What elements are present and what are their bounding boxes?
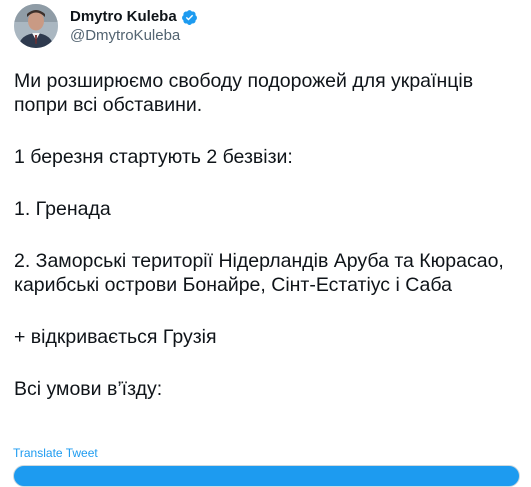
tweet: Dmytro Kuleba @DmytroKuleba Ми розширюєм… xyxy=(0,0,531,487)
tweet-header: Dmytro Kuleba @DmytroKuleba xyxy=(14,4,198,50)
avatar-photo xyxy=(14,4,58,48)
avatar[interactable] xyxy=(14,4,58,48)
name-row: Dmytro Kuleba xyxy=(70,8,198,26)
translate-tweet-link[interactable]: Translate Tweet xyxy=(13,446,98,460)
author-handle[interactable]: @DmytroKuleba xyxy=(70,27,198,45)
user-info: Dmytro Kuleba @DmytroKuleba xyxy=(70,8,198,45)
tweet-paragraph: 2. Заморські території Нідерландів Аруба… xyxy=(14,250,504,296)
tweet-text: Ми розширюємо свободу подорожей для укра… xyxy=(14,69,519,401)
verified-badge-icon xyxy=(181,9,198,26)
tweet-paragraph: 1. Гренада xyxy=(14,198,111,220)
link-preview-card[interactable] xyxy=(13,465,520,487)
tweet-paragraph: + відкривається Грузія xyxy=(14,326,217,348)
author-name[interactable]: Dmytro Kuleba xyxy=(70,8,177,26)
tweet-paragraph: Всі умови в’їзду: xyxy=(14,378,163,400)
tweet-paragraph: Ми розширюємо свободу подорожей для укра… xyxy=(14,70,474,116)
tweet-paragraph: 1 березня стартують 2 безвізи: xyxy=(14,146,293,168)
